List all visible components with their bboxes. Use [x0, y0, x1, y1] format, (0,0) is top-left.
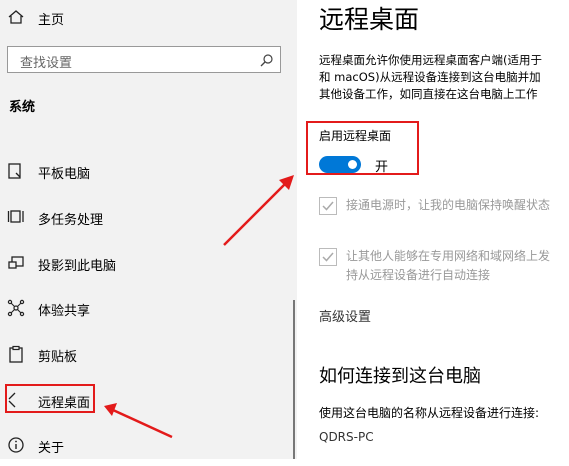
arrow-to-toggle — [223, 175, 294, 246]
annotation-arrows — [104, 175, 294, 439]
arrow-to-remote-desktop — [104, 403, 173, 439]
